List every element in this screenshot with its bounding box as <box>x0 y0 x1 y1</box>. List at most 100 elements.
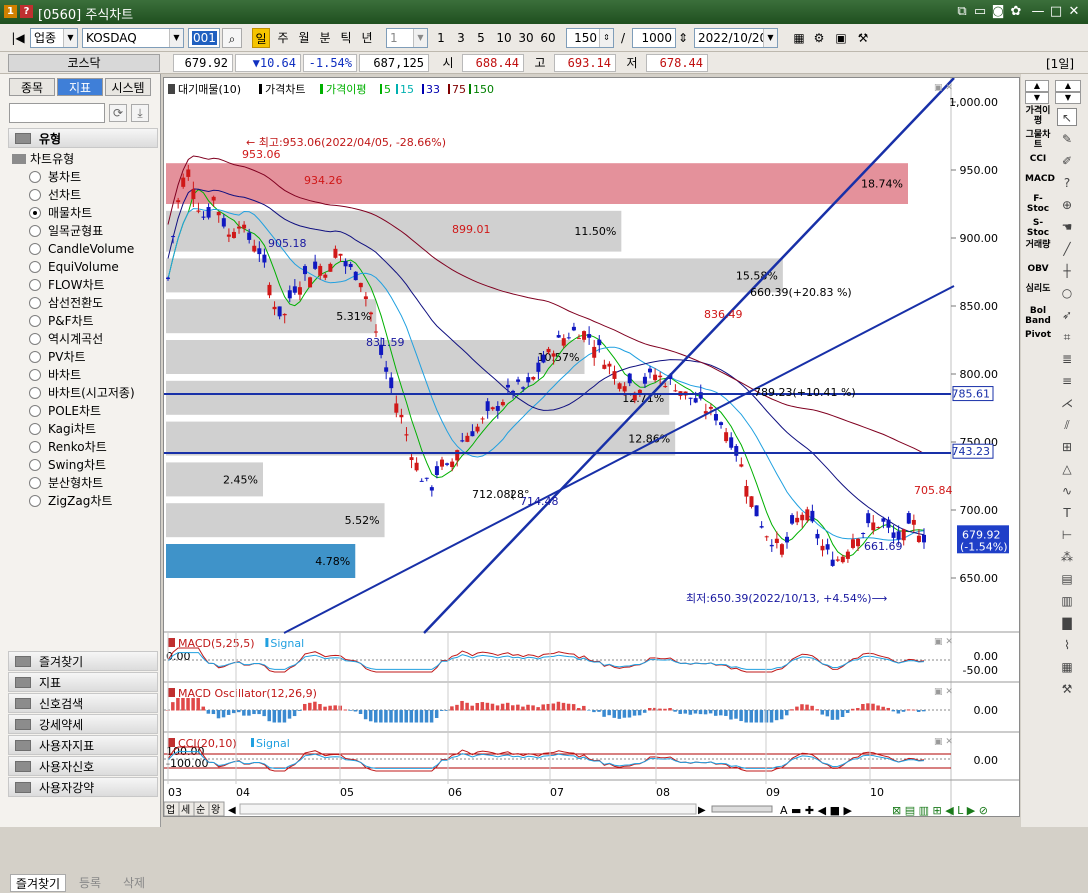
save-icon[interactable]: ▣ <box>832 28 850 48</box>
chevron-down-icon[interactable]: ▼ <box>169 29 183 47</box>
interval-60-button[interactable]: 60 <box>538 28 558 48</box>
eraser-icon[interactable]: ✎ <box>1057 130 1077 148</box>
line-tool-icon[interactable]: ╱ <box>1057 240 1077 258</box>
tree-root[interactable]: 차트유형 <box>12 150 152 168</box>
spin-icon[interactable]: ⇕ <box>678 28 688 48</box>
gann-icon[interactable]: ⌗ <box>1057 328 1077 346</box>
wrench-icon[interactable]: ⚒ <box>1057 680 1077 698</box>
zoom-icon[interactable]: ⊕ <box>1057 196 1077 214</box>
grid-tool-icon[interactable]: ⊞ <box>1057 438 1077 456</box>
channel-icon[interactable]: ≣ <box>1057 350 1077 368</box>
measure-icon[interactable]: ⊢ <box>1057 526 1077 544</box>
tab-system[interactable]: 시스템 <box>105 78 151 96</box>
gear-icon[interactable]: ✿ <box>1008 4 1024 20</box>
chart-setting-icon[interactable]: ▦ <box>790 28 808 48</box>
count-stepper[interactable]: 150 ⇕ <box>566 28 614 48</box>
refresh-icon[interactable]: ⟳ <box>109 104 127 122</box>
indicator-shortcut[interactable]: Bol Band <box>1025 306 1051 326</box>
marker-icon[interactable]: ✐ <box>1057 152 1077 170</box>
download-icon[interactable]: ⤓ <box>131 104 149 122</box>
interval-1-button[interactable]: 1 <box>434 28 448 48</box>
bar-chart-icon[interactable]: ▇ <box>1057 614 1077 632</box>
scroll-down-icon[interactable]: ▼ <box>1025 92 1049 104</box>
search-icon[interactable]: ⌕ <box>222 28 242 48</box>
calendar-icon[interactable]: ▦ <box>1057 658 1077 676</box>
wave-icon[interactable]: ∿ <box>1057 482 1077 500</box>
section-item[interactable]: 즐겨찾기 <box>8 651 158 671</box>
circle-tool-icon[interactable]: ○ <box>1057 284 1077 302</box>
section-item[interactable]: 사용자강약 <box>8 777 158 797</box>
period-day[interactable]: 일 <box>252 28 270 48</box>
window-number-badge[interactable]: 1 <box>4 5 17 18</box>
indicator-shortcut[interactable]: MACD <box>1025 174 1055 184</box>
indicator-shortcut[interactable]: 그물차트 <box>1025 130 1051 150</box>
indicator-shortcut[interactable]: Pivot <box>1025 330 1051 340</box>
favorites-button[interactable]: 즐겨찾기 <box>10 874 66 892</box>
scroll-up-icon[interactable]: ▲ <box>1025 80 1049 92</box>
help-icon[interactable]: ? <box>1057 174 1077 192</box>
chart-area[interactable]: 18.74% 11.50% 15.58% 5.31% 10.57% 12.71% 12.86… <box>163 77 1020 817</box>
navigate-icon[interactable]: |◀ <box>8 28 28 48</box>
camera-icon[interactable]: ◙ <box>990 4 1006 20</box>
period-month[interactable]: 월 <box>295 28 313 48</box>
cross-line-icon[interactable]: ┼ <box>1057 262 1077 280</box>
code-field[interactable]: 001 <box>188 28 220 48</box>
close-icon[interactable]: ✕ <box>1066 4 1082 20</box>
index-select[interactable]: KOSDAQ ▼ <box>82 28 184 48</box>
group-type[interactable]: 유형 <box>8 128 158 148</box>
date-picker[interactable]: 2022/10/20 ▼ <box>694 28 778 48</box>
chevron-down-icon[interactable]: ▼ <box>763 29 777 47</box>
spin-icon[interactable]: ⇕ <box>599 29 613 47</box>
scroll-up-icon[interactable]: ▲ <box>1055 80 1081 92</box>
period-week[interactable]: 주 <box>274 28 292 48</box>
fan-icon[interactable]: ⋌ <box>1057 394 1077 412</box>
indicator-shortcut[interactable]: S-Stoc <box>1025 218 1051 238</box>
chevron-down-icon[interactable]: ▼ <box>413 29 427 47</box>
regression-icon[interactable]: ⫽ <box>1057 416 1077 434</box>
indicator-shortcut[interactable]: CCI <box>1025 154 1051 164</box>
gear-icon[interactable]: ⚙ <box>810 28 828 48</box>
interval-select[interactable]: 1 ▼ <box>386 28 428 48</box>
chart-svg[interactable]: 18.74%11.50%15.58%5.31%10.57%12.71%12.86… <box>163 77 1019 817</box>
indicator-shortcut[interactable]: 심리도 <box>1025 284 1051 294</box>
line-chart-icon[interactable]: ⌇ <box>1057 636 1077 654</box>
period-minute[interactable]: 분 <box>316 28 334 48</box>
save-screen-icon[interactable]: ▭ <box>972 4 988 20</box>
hand-icon[interactable]: ☚ <box>1057 218 1077 236</box>
section-item[interactable]: 강세약세 <box>8 714 158 734</box>
section-item[interactable]: 신호검색 <box>8 693 158 713</box>
delete-button[interactable]: 삭제 <box>114 874 154 892</box>
fibonacci-icon[interactable]: ≡ <box>1057 372 1077 390</box>
section-item[interactable]: 사용자지표 <box>8 735 158 755</box>
scroll-down-icon[interactable]: ▼ <box>1055 92 1081 104</box>
window-icon[interactable]: ▤ <box>1057 570 1077 588</box>
search-input[interactable] <box>9 103 105 123</box>
period-tick[interactable]: 틱 <box>337 28 355 48</box>
tab-stock[interactable]: 종목 <box>9 78 55 96</box>
maximize-icon[interactable]: □ <box>1048 4 1064 20</box>
indicator-shortcut[interactable]: 가격이평 <box>1025 106 1051 126</box>
interval-3-button[interactable]: 3 <box>454 28 468 48</box>
period-year[interactable]: 년 <box>358 28 376 48</box>
help-badge[interactable]: ? <box>20 5 33 18</box>
chevron-down-icon[interactable]: ▼ <box>63 29 77 47</box>
total-field[interactable]: 1000 <box>632 28 676 48</box>
minimize-icon[interactable]: — <box>1030 4 1046 20</box>
market-type-select[interactable]: 업종 ▼ <box>30 28 78 48</box>
indicator-shortcut[interactable]: 거래량 <box>1025 240 1051 250</box>
tab-indicator[interactable]: 지표 <box>57 78 103 96</box>
interval-5-button[interactable]: 5 <box>474 28 488 48</box>
cursor-icon[interactable]: ↖ <box>1057 108 1077 126</box>
register-button[interactable]: 등록 <box>68 874 112 892</box>
section-item[interactable]: 사용자신호 <box>8 756 158 776</box>
panel-icon[interactable]: ▥ <box>1057 592 1077 610</box>
auto-icon[interactable]: ⁂ <box>1057 548 1077 566</box>
indicator-shortcut[interactable]: F-Stoc <box>1025 194 1051 214</box>
triangle-icon[interactable]: △ <box>1057 460 1077 478</box>
interval-10-button[interactable]: 10 <box>494 28 514 48</box>
tools-icon[interactable]: ⚒ <box>854 28 872 48</box>
interval-30-button[interactable]: 30 <box>516 28 536 48</box>
indicator-shortcut[interactable]: OBV <box>1025 264 1051 274</box>
link-icon[interactable]: ⧉ <box>954 4 970 20</box>
arrow-tool-icon[interactable]: ➶ <box>1057 306 1077 324</box>
